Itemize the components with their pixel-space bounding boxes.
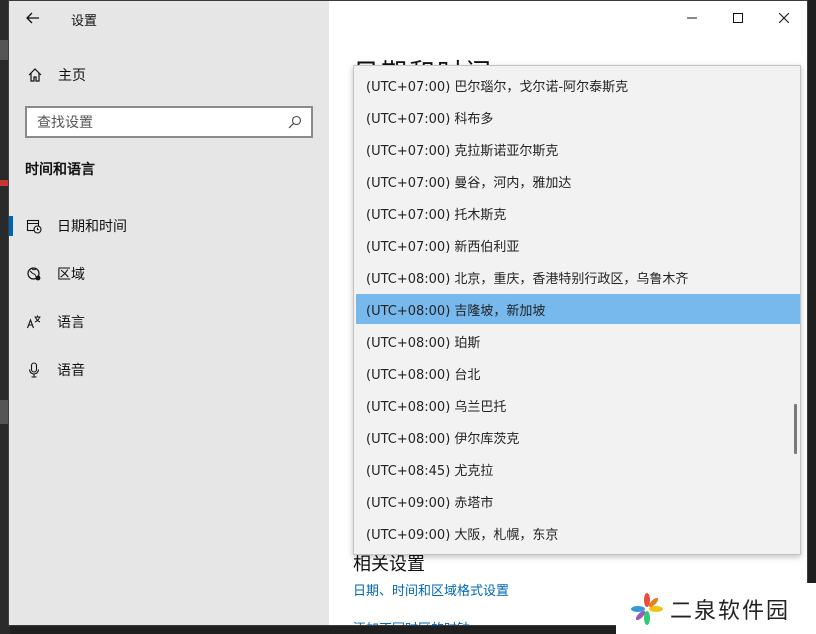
timezone-option[interactable]: (UTC+07:00) 巴尔瑙尔，戈尔诺-阿尔泰斯克 [356,70,800,100]
microphone-icon [25,361,43,379]
sidebar-item-label: 语音 [57,363,85,379]
window-controls [669,1,807,35]
sidebar-item-home[interactable]: 主页 [9,59,329,91]
back-arrow-icon [26,12,39,24]
timezone-option[interactable]: (UTC+08:00) 台北 [356,358,800,388]
back-button[interactable] [21,7,45,29]
sidebar-item-label: 主页 [58,68,86,84]
timezone-option[interactable]: (UTC+09:00) 大阪，札幌，东京 [356,518,800,548]
sidebar-item-language[interactable]: 语言 [9,304,329,340]
sidebar-item-date-time[interactable]: 日期和时间 [9,208,329,244]
sidebar: 设置 主页 查找设置 时间和语言 日期和时间 区域 语言 语音 [9,1,329,625]
timezone-option[interactable]: (UTC+07:00) 曼谷，河内，雅加达 [356,166,800,196]
timezone-dropdown-list[interactable]: (UTC+07:00) 巴尔瑙尔，戈尔诺-阿尔泰斯克 (UTC+07:00) 科… [353,65,801,555]
timezone-option-selected[interactable]: (UTC+08:00) 吉隆坡，新加坡 [356,294,800,324]
app-title: 设置 [71,14,98,29]
timezone-option[interactable]: (UTC+07:00) 新西伯利亚 [356,230,800,260]
timezone-option[interactable]: (UTC+08:00) 北京，重庆，香港特别行政区，乌鲁木齐 [356,262,800,292]
minimize-button[interactable] [669,1,715,35]
timezone-option[interactable]: (UTC+08:00) 伊尔库茨克 [356,422,800,452]
maximize-icon [733,13,743,23]
background-fragment [0,400,8,424]
background-fragment [0,40,8,60]
title-bar: 设置 [9,1,329,35]
globe-region-icon [25,265,43,283]
sidebar-item-label: 日期和时间 [57,219,127,235]
pinwheel-logo-icon [631,592,663,625]
calendar-clock-icon [25,217,43,235]
timezone-option[interactable]: (UTC+07:00) 托木斯克 [356,198,800,228]
search-icon [287,114,303,130]
settings-window: 设置 主页 查找设置 时间和语言 日期和时间 区域 语言 语音 相关设置 日期、… [8,0,808,626]
watermark: 二泉软件园 [616,583,816,634]
link-add-clocks[interactable]: 添加不同时区的时钟 [353,618,470,625]
sidebar-item-label: 语言 [57,315,85,331]
close-button[interactable] [761,1,807,35]
section-title: 时间和语言 [25,162,95,178]
dropdown-scrollbar-thumb[interactable] [794,404,797,454]
language-icon [25,313,43,331]
timezone-option[interactable]: (UTC+07:00) 克拉斯诺亚尔斯克 [356,134,800,164]
watermark-text: 二泉软件园 [670,598,791,624]
background-fragment [0,180,8,186]
link-date-time-region-format[interactable]: 日期、时间和区域格式设置 [353,580,509,599]
maximize-button[interactable] [715,1,761,35]
sidebar-item-speech[interactable]: 语音 [9,352,329,388]
timezone-option[interactable]: (UTC+07:00) 科布多 [356,102,800,132]
sidebar-item-label: 区域 [57,267,85,283]
close-icon [779,13,789,23]
search-placeholder: 查找设置 [37,115,93,131]
timezone-option[interactable]: (UTC+08:45) 尤克拉 [356,454,800,484]
sidebar-item-region[interactable]: 区域 [9,256,329,292]
timezone-option[interactable]: (UTC+08:00) 珀斯 [356,326,800,356]
timezone-option[interactable]: (UTC+09:00) 赤塔市 [356,486,800,516]
home-icon [26,66,44,84]
minimize-icon [687,17,697,19]
search-input[interactable]: 查找设置 [25,106,313,138]
timezone-option[interactable]: (UTC+08:00) 乌兰巴托 [356,390,800,420]
